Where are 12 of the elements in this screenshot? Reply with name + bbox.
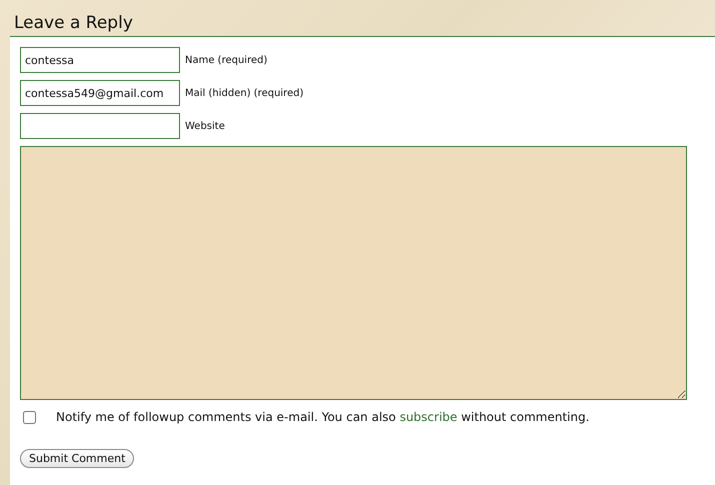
input-field[interactable]: contessa: [20, 47, 180, 73]
notify-text: Notify me of followup comments via e-mail. You can also subscribe without commenting.: [56, 410, 590, 424]
subscribe-link[interactable]: subscribe: [400, 410, 458, 424]
comment-field[interactable]: [20, 146, 687, 400]
field-label: Website: [185, 120, 225, 132]
input-field[interactable]: [20, 113, 180, 139]
section-heading: Leave a Reply: [13, 12, 134, 35]
input-field[interactable]: contessa549@gmail.com: [20, 80, 180, 106]
field-label: Mail (hidden) (required): [185, 88, 304, 98]
notify-checkbox[interactable]: [23, 410, 36, 424]
submit-button[interactable]: Submit Comment: [20, 449, 134, 468]
field-label: Name (required): [185, 54, 268, 66]
